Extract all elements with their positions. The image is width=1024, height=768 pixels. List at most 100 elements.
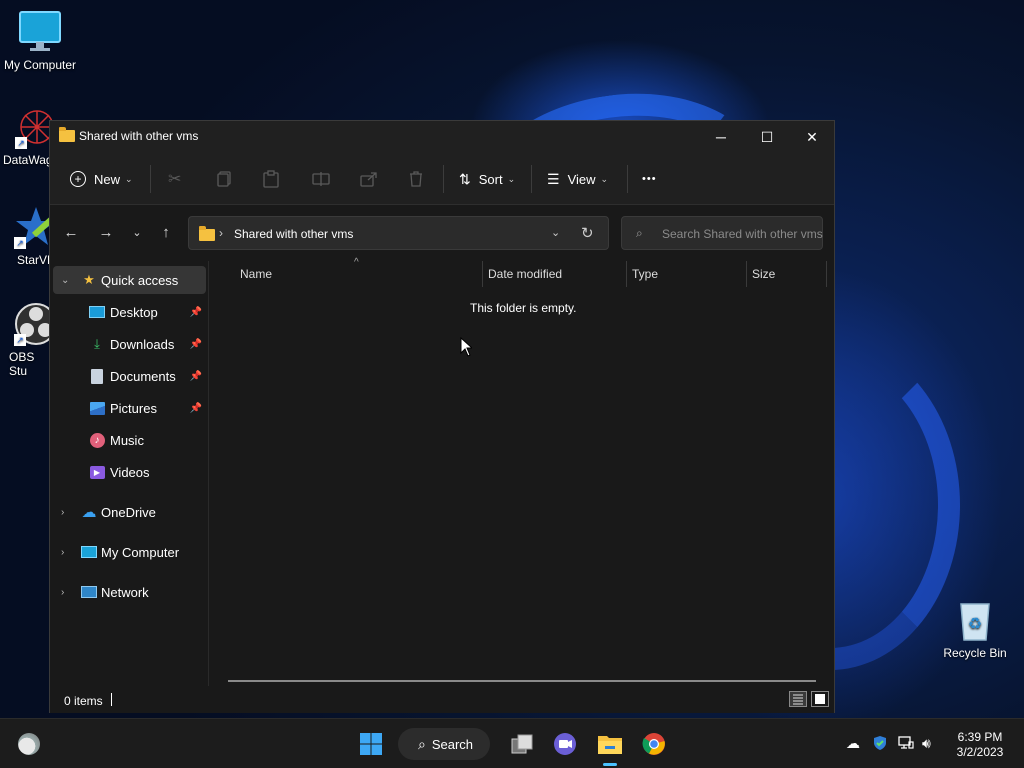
search-input[interactable]: ⌕ Search Shared with other vms xyxy=(621,216,823,250)
pin-icon: 📌 xyxy=(189,306,202,318)
column-header-date-modified[interactable]: Date modified xyxy=(488,267,562,291)
navigation-pane: ⌄ ★ Quick access Desktop 📌 ⤓ Downloads 📌… xyxy=(50,261,209,686)
chevron-right-icon: › xyxy=(61,586,65,598)
nav-item-quick-access[interactable]: ⌄ ★ Quick access xyxy=(53,266,206,294)
nav-item-onedrive[interactable]: › ☁ OneDrive xyxy=(53,498,206,526)
monitor-icon xyxy=(81,544,97,560)
desktop-icon-starvp[interactable]: ↗ StarVP xyxy=(0,205,52,267)
obs-app-icon: ↗ xyxy=(14,302,52,346)
desktop-icon-label: OBS Stu xyxy=(9,350,35,378)
nav-item-videos[interactable]: ▶ Videos xyxy=(53,458,206,486)
share-icon[interactable] xyxy=(360,153,378,205)
security-shield-icon[interactable] xyxy=(872,735,888,754)
folder-icon xyxy=(199,226,215,241)
sort-button[interactable]: ⇅ Sort ⌄ xyxy=(459,153,515,205)
large-icons-view-button[interactable] xyxy=(811,691,829,707)
details-view-button[interactable] xyxy=(789,691,807,707)
new-button[interactable]: + New ⌄ xyxy=(70,153,133,205)
nav-item-documents[interactable]: Documents 📌 xyxy=(53,362,206,390)
title-bar[interactable]: Shared with other vms ─ ☐ ✕ xyxy=(50,121,834,153)
toolbar-divider xyxy=(443,165,444,193)
back-arrow-icon[interactable]: ← xyxy=(58,220,84,244)
start-button[interactable] xyxy=(354,727,388,761)
task-view-icon xyxy=(511,734,533,754)
cut-icon[interactable]: ✂ xyxy=(168,153,181,205)
desktop-icon-recycle-bin[interactable]: ♻ Recycle Bin xyxy=(935,598,1015,660)
music-icon: ♪ xyxy=(89,432,105,448)
mouse-cursor-icon xyxy=(460,336,474,360)
shortcut-arrow-icon: ↗ xyxy=(14,237,26,249)
nav-item-network[interactable]: › Network xyxy=(53,578,206,606)
toolbar-divider xyxy=(627,165,628,193)
task-view-button[interactable] xyxy=(505,727,539,761)
chevron-down-icon: ⌄ xyxy=(61,274,70,286)
view-button[interactable]: ☰ View ⌄ xyxy=(547,153,608,205)
desktop-icon-obs[interactable]: ↗ OBS Stu xyxy=(0,302,52,378)
view-label: View xyxy=(567,171,596,187)
nav-label: Pictures xyxy=(110,400,157,416)
column-divider[interactable] xyxy=(826,261,827,287)
nav-item-music[interactable]: ♪ Music xyxy=(53,426,206,454)
file-list[interactable]: Name ^ Date modified Type Size This fold… xyxy=(210,257,834,686)
system-clock[interactable]: 6:39 PM 3/2/2023 xyxy=(945,730,1015,760)
weather-widget[interactable] xyxy=(12,727,46,761)
large-icons-view-icon xyxy=(815,694,825,704)
column-divider[interactable] xyxy=(482,261,483,287)
recent-locations-chevron-icon[interactable]: ⌄ xyxy=(124,220,150,244)
forward-arrow-icon[interactable]: → xyxy=(93,220,119,244)
chevron-down-icon: ⌄ xyxy=(600,173,609,184)
command-bar: + New ⌄ ✂ ⇅ Sort ⌄ ☰ View ⌄ ••• xyxy=(50,153,834,205)
refresh-icon[interactable]: ↻ xyxy=(581,224,594,242)
nav-label: My Computer xyxy=(101,544,180,560)
desktop-icon-label: My Computer xyxy=(3,58,77,72)
volume-icon[interactable]: 🔊︎ xyxy=(922,735,931,752)
column-divider[interactable] xyxy=(746,261,747,287)
cloud-offline-icon[interactable]: ☁ xyxy=(846,735,860,752)
address-dropdown-icon[interactable]: ⌄ xyxy=(551,226,560,239)
nav-label: Quick access xyxy=(101,272,179,288)
desktop-icon-label: StarVP xyxy=(17,253,52,267)
desktop-icon-datawag[interactable]: ↗ DataWag xyxy=(0,105,52,167)
breadcrumb-chevron-icon: › xyxy=(219,226,223,240)
network-icon[interactable] xyxy=(898,735,914,754)
file-explorer-window: Shared with other vms ─ ☐ ✕ + New ⌄ ✂ ⇅ xyxy=(49,120,835,713)
download-icon: ⤓ xyxy=(94,336,100,351)
minimize-button[interactable]: ─ xyxy=(698,121,744,153)
chat-icon xyxy=(554,733,576,755)
taskbar-search-label: Search xyxy=(431,736,474,752)
horizontal-scrollbar[interactable] xyxy=(228,680,816,682)
search-icon: ⌕ xyxy=(418,735,426,752)
folder-icon xyxy=(598,736,622,754)
sort-label: Sort xyxy=(478,171,503,187)
column-divider[interactable] xyxy=(626,261,627,287)
column-header-type[interactable]: Type xyxy=(632,267,658,291)
nav-item-desktop[interactable]: Desktop 📌 xyxy=(53,298,206,326)
copy-icon[interactable] xyxy=(217,153,231,205)
column-header-name[interactable]: Name xyxy=(240,267,272,291)
nav-item-my-computer[interactable]: › My Computer xyxy=(53,538,206,566)
nav-item-pictures[interactable]: Pictures 📌 xyxy=(53,394,206,422)
rename-icon[interactable] xyxy=(312,153,330,205)
window-title: Shared with other vms xyxy=(79,129,199,143)
address-bar[interactable]: › Shared with other vms ⌄ ↻ xyxy=(188,216,609,250)
paste-icon[interactable] xyxy=(263,153,279,205)
nav-item-downloads[interactable]: ⤓ Downloads 📌 xyxy=(53,330,206,358)
maximize-button[interactable]: ☐ xyxy=(744,121,790,153)
breadcrumb-path[interactable]: Shared with other vms xyxy=(234,227,353,241)
taskbar-search-button[interactable]: ⌕ Search xyxy=(398,728,490,760)
toolbar-divider xyxy=(150,165,151,193)
close-button[interactable]: ✕ xyxy=(789,121,835,153)
desktop-icon-my-computer[interactable]: My Computer xyxy=(0,10,80,72)
nav-label: Documents xyxy=(110,368,176,384)
clock-time: 6:39 PM xyxy=(957,730,1003,744)
chrome-taskbar-button[interactable] xyxy=(637,727,671,761)
file-explorer-taskbar-button[interactable] xyxy=(593,727,627,766)
delete-icon[interactable] xyxy=(409,153,423,205)
more-options-button[interactable]: ••• xyxy=(642,153,657,205)
recycle-bin-icon: ♻ xyxy=(953,598,997,642)
teams-chat-button[interactable] xyxy=(548,727,582,761)
clock-date: 3/2/2023 xyxy=(956,745,1004,759)
desktop-folder-icon xyxy=(89,304,105,320)
up-arrow-icon[interactable]: ↑ xyxy=(153,220,179,244)
column-header-size[interactable]: Size xyxy=(752,267,775,291)
